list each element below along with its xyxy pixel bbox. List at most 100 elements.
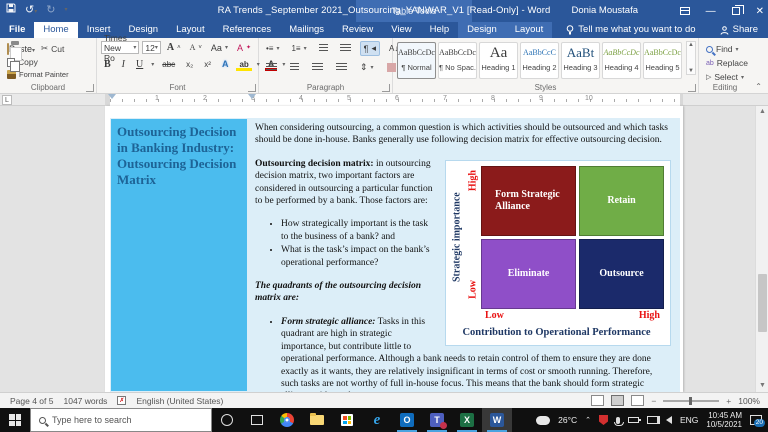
change-case-button[interactable]: Aa▾: [208, 42, 231, 54]
task-view-button[interactable]: [242, 408, 272, 432]
action-center-icon[interactable]: 20: [750, 415, 762, 425]
file-explorer-button[interactable]: [302, 408, 332, 432]
superscript-button[interactable]: x²: [201, 59, 214, 70]
weather-icon[interactable]: [536, 416, 550, 425]
clock[interactable]: 10:45 AM 10/5/2021: [706, 411, 742, 429]
document-page[interactable]: Outsourcing Decision in Banking Industry…: [105, 106, 683, 392]
tab-mailings[interactable]: Mailings: [280, 22, 333, 38]
font-dialog-launcher[interactable]: [248, 84, 256, 92]
align-center-button[interactable]: [287, 62, 302, 73]
body-text-column[interactable]: When considering outsourcing, a common q…: [248, 118, 680, 392]
find-button[interactable]: Find▾: [703, 43, 747, 55]
first-line-indent-marker[interactable]: [248, 94, 256, 99]
line-spacing-button[interactable]: ⇕▾: [357, 61, 377, 74]
teams-button[interactable]: T: [422, 408, 452, 432]
cortana-button[interactable]: [212, 408, 242, 432]
minimize-button[interactable]: —: [706, 6, 716, 17]
vertical-scrollbar[interactable]: ▲ ▼: [755, 106, 768, 392]
tab-review[interactable]: Review: [333, 22, 382, 38]
scroll-up-icon[interactable]: ▲: [756, 106, 768, 118]
style-heading1[interactable]: AaHeading 1: [479, 42, 518, 79]
style-heading4[interactable]: AaBbCcDcHeading 4: [602, 42, 641, 79]
tab-help[interactable]: Help: [421, 22, 459, 38]
scroll-down-icon[interactable]: ▼: [756, 380, 768, 392]
clipboard-dialog-launcher[interactable]: [86, 84, 94, 92]
word-button[interactable]: W: [482, 408, 512, 432]
justify-button[interactable]: [333, 62, 350, 73]
subscript-button[interactable]: x₂: [183, 59, 196, 70]
tab-layout[interactable]: Layout: [167, 22, 214, 38]
word-count[interactable]: 1047 words: [63, 396, 107, 406]
bold-button[interactable]: B: [101, 58, 114, 71]
styles-gallery-scroll[interactable]: ▲▼: [686, 41, 696, 75]
select-button[interactable]: ▷Select▾: [703, 71, 747, 83]
styles-dialog-launcher[interactable]: [688, 84, 696, 92]
chrome-button[interactable]: [272, 408, 302, 432]
read-mode-icon[interactable]: [591, 395, 604, 406]
style-no-spacing[interactable]: AaBbCcDc¶ No Spac...: [438, 42, 477, 79]
temperature[interactable]: 26°C: [558, 415, 577, 425]
web-layout-icon[interactable]: [631, 395, 644, 406]
zoom-out-icon[interactable]: −: [651, 396, 656, 406]
align-left-button[interactable]: [263, 62, 280, 73]
tab-file[interactable]: File: [0, 22, 34, 38]
tab-references[interactable]: References: [214, 22, 281, 38]
zoom-level[interactable]: 100%: [738, 396, 760, 406]
italic-button[interactable]: I: [119, 58, 128, 71]
tell-me-box[interactable]: Tell me what you want to do: [566, 22, 695, 38]
microphone-icon[interactable]: [616, 417, 620, 424]
start-button[interactable]: [0, 408, 30, 432]
language-indicator[interactable]: English (United States): [136, 396, 223, 406]
paste-button[interactable]: Paste▾: [4, 43, 38, 55]
zoom-in-icon[interactable]: +: [726, 396, 731, 406]
excel-button[interactable]: X: [452, 408, 482, 432]
align-right-button[interactable]: [309, 62, 326, 73]
zoom-slider-thumb[interactable]: [689, 397, 692, 405]
close-button[interactable]: ✕: [756, 6, 764, 17]
page-indicator[interactable]: Page 4 of 5: [10, 396, 53, 406]
tab-view[interactable]: View: [382, 22, 420, 38]
share-button[interactable]: Share: [720, 22, 758, 38]
clear-formatting-button[interactable]: A✦: [234, 42, 254, 54]
style-normal[interactable]: AaBbCcDc¶ Normal: [397, 42, 436, 79]
bullets-button[interactable]: •≡▾: [263, 43, 282, 54]
cut-button[interactable]: ✂Cut: [38, 42, 92, 55]
increase-indent-button[interactable]: [337, 43, 354, 54]
user-name[interactable]: Donia Moustafa: [571, 5, 638, 16]
scrollbar-thumb[interactable]: [758, 274, 767, 332]
font-name-select[interactable]: Times New Ro▾: [101, 41, 139, 54]
edge-button[interactable]: e: [362, 408, 392, 432]
battery-icon[interactable]: [628, 417, 639, 423]
restore-button[interactable]: [732, 7, 740, 15]
tray-expand-icon[interactable]: ⌃: [585, 416, 591, 424]
tab-home[interactable]: Home: [34, 22, 77, 38]
paragraph-dialog-launcher[interactable]: [382, 84, 390, 92]
shrink-font-button[interactable]: A˅: [187, 42, 205, 53]
font-size-select[interactable]: 12▾: [142, 41, 160, 54]
style-heading5[interactable]: AaBbCcDcHeading 5: [643, 42, 682, 79]
outlook-button[interactable]: O: [392, 408, 422, 432]
language-toggle[interactable]: ENG: [680, 415, 698, 425]
replace-button[interactable]: abReplace: [703, 57, 747, 69]
print-layout-icon[interactable]: [611, 395, 624, 406]
grow-font-button[interactable]: A˄: [164, 41, 184, 54]
tab-table-design[interactable]: Design: [458, 22, 506, 38]
underline-button[interactable]: U: [133, 58, 146, 71]
zoom-slider[interactable]: [663, 400, 719, 402]
text-effects-button[interactable]: A: [219, 58, 232, 71]
style-heading2[interactable]: AaBbCcCHeading 2: [520, 42, 559, 79]
tab-selector[interactable]: L: [2, 95, 12, 105]
decrease-indent-button[interactable]: [316, 43, 331, 54]
strikethrough-button[interactable]: abc: [159, 59, 178, 70]
taskbar-search-input[interactable]: Type here to search: [30, 408, 212, 432]
indent-marker[interactable]: [108, 94, 116, 99]
tab-table-layout[interactable]: Layout: [506, 22, 553, 38]
speaker-icon[interactable]: [666, 416, 672, 424]
antivirus-shield-icon[interactable]: [599, 415, 608, 425]
collapse-ribbon-icon[interactable]: ⌃: [755, 82, 762, 91]
ribbon-display-options-icon[interactable]: [680, 7, 690, 15]
proofing-status[interactable]: ✗: [117, 396, 126, 405]
style-heading3[interactable]: AaBtHeading 3: [561, 42, 600, 79]
highlight-button[interactable]: ab: [236, 59, 251, 71]
ltr-direction-button[interactable]: ¶◂: [360, 41, 380, 56]
